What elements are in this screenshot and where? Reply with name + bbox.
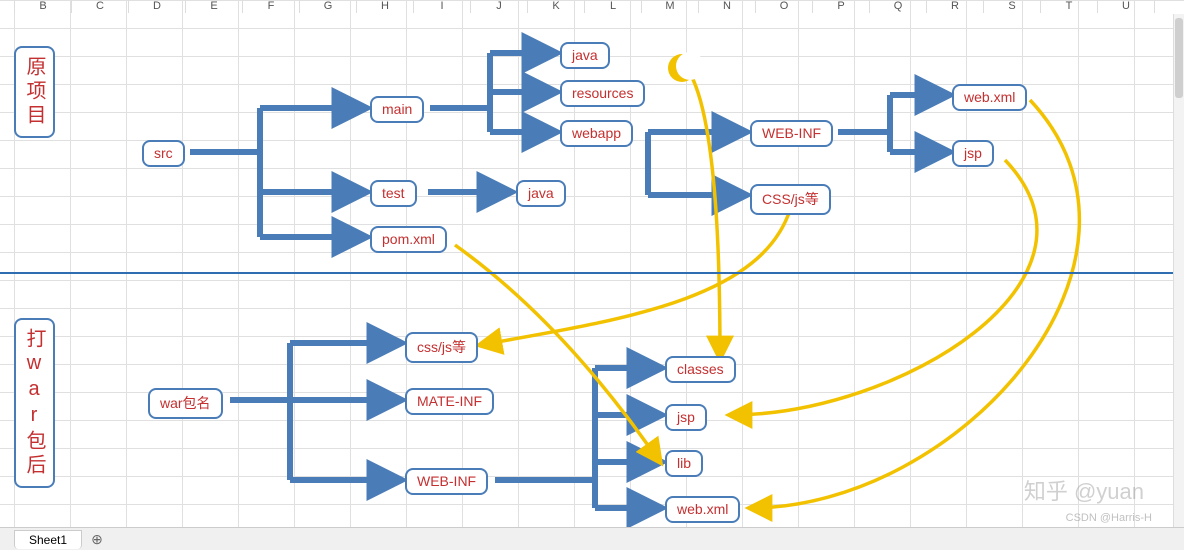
vertical-scrollbar[interactable] (1173, 14, 1184, 528)
node-jsp-top: jsp (952, 140, 994, 167)
watermark-zhihu: 知乎 @yuan (1024, 474, 1144, 506)
node-test: test (370, 180, 417, 207)
node-webxml-top: web.xml (952, 84, 1027, 111)
node-pom: pom.xml (370, 226, 447, 253)
moon-icon (668, 54, 696, 82)
node-webinf-bottom: WEB-INF (405, 468, 488, 495)
node-main-resources: resources (560, 80, 645, 107)
node-webinf: WEB-INF (750, 120, 833, 147)
node-jsp-bottom: jsp (665, 404, 707, 431)
node-webxml-bottom: web.xml (665, 496, 740, 523)
watermark-csdn: CSDN @Harris-H (1066, 512, 1152, 524)
node-cssjs-top: CSS/js等 (750, 184, 831, 215)
sheet-tab-bar: Sheet1 ⊕ (0, 527, 1184, 550)
column-headers: BCDE FGHI JKLM NOPQ RSTU (0, 0, 1184, 13)
add-sheet-icon[interactable]: ⊕ (86, 531, 108, 548)
node-main-java: java (560, 42, 610, 69)
sheet-tab[interactable]: Sheet1 (14, 530, 82, 549)
node-cssjs-bottom: css/js等 (405, 332, 478, 363)
node-main: main (370, 96, 424, 123)
node-main-webapp: webapp (560, 120, 633, 147)
node-classes: classes (665, 356, 736, 383)
node-test-java: java (516, 180, 566, 207)
node-war: war包名 (148, 388, 223, 419)
node-lib: lib (665, 450, 703, 477)
section-label-original: 原项目 (14, 46, 55, 138)
node-mateinf: MATE-INF (405, 388, 494, 415)
section-label-war: 打war包后 (14, 318, 55, 488)
section-divider (0, 272, 1184, 274)
node-src: src (142, 140, 185, 167)
